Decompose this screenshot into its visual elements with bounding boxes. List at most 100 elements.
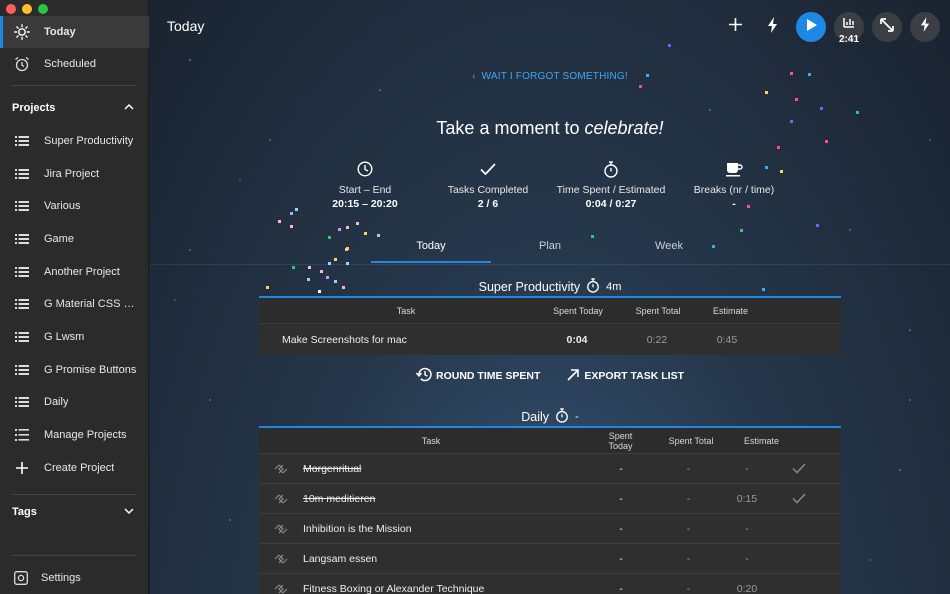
tab-plan[interactable]: Plan (490, 235, 610, 263)
estimate: 0:20 (736, 582, 758, 594)
project-label: Another Project (44, 266, 120, 278)
stopwatch-icon (586, 278, 600, 296)
stopwatch-icon (555, 408, 569, 426)
stat-breaks: Breaks (nr / time) - (669, 158, 799, 210)
tab-today[interactable]: Today (371, 235, 491, 263)
table-row[interactable]: Inhibition is the Mission - - - (259, 514, 841, 544)
chevron-left-icon: ‹ (472, 71, 476, 82)
sidebar-item-project-another[interactable]: Another Project (0, 256, 149, 288)
daily-block-title: Daily - (150, 408, 950, 426)
stat-value: 0:04 / 0:27 (585, 198, 637, 210)
task-title: Inhibition is the Mission (303, 522, 412, 535)
settings-button[interactable]: Settings (0, 566, 149, 590)
sidebar-item-project-game[interactable]: Game (0, 223, 149, 255)
project-block-title: Super Productivity 4m (150, 278, 950, 296)
projects-section-toggle[interactable]: Projects (0, 93, 149, 123)
chevron-up-icon (123, 101, 135, 116)
project-label: Various (44, 200, 81, 212)
nav-scheduled-label: Scheduled (44, 58, 96, 70)
tags-section-title: Tags (12, 506, 37, 518)
list-icon (0, 299, 44, 309)
round-time-spent-button[interactable]: ROUND TIME SPENT (415, 367, 540, 385)
list-icon (0, 397, 44, 407)
column-header: Spent Today (608, 430, 633, 451)
zoom-window-button[interactable] (38, 4, 48, 14)
project-label: G Lwsm (44, 331, 85, 343)
daily-block-time: - (575, 411, 579, 423)
pomodoro-timer-button[interactable]: 2:41 (834, 12, 864, 45)
nav-scheduled[interactable]: Scheduled (0, 48, 149, 80)
project-task-table: Task Spent Today Spent Total Estimate Ma… (259, 296, 841, 355)
close-window-button[interactable] (6, 4, 16, 14)
stat-value: 2 / 6 (477, 198, 499, 210)
zen-mode-button[interactable] (910, 12, 940, 42)
sidebar-item-project-g-lwsm[interactable]: G Lwsm (0, 321, 149, 353)
alarm-clock-icon (0, 56, 44, 72)
timer-value: 2:41 (838, 34, 860, 45)
project-label: Jira Project (44, 168, 100, 180)
list-icon (0, 267, 44, 277)
divider (12, 494, 136, 495)
add-task-button[interactable] (720, 12, 750, 42)
column-header: Spent Total (668, 435, 714, 446)
back-link-label: WAIT I FORGOT SOMETHING! (481, 71, 628, 82)
stat-value: 20:15 – 20:20 (332, 198, 398, 210)
tab-week[interactable]: Week (609, 235, 729, 263)
clock-icon (300, 158, 430, 180)
history-icon (415, 367, 432, 385)
project-label: G Material CSS Va... (44, 298, 140, 310)
minimize-window-button[interactable] (22, 4, 32, 14)
focus-mode-button[interactable] (758, 12, 788, 42)
plus-icon (728, 18, 742, 36)
settings-label: Settings (41, 572, 81, 584)
column-header: Spent Today (553, 305, 603, 316)
expand-button[interactable] (872, 12, 902, 42)
table-row[interactable]: Make Screenshots for mac 0:04 0:22 0:45 (259, 324, 841, 355)
table-row[interactable]: 10m meditieren - - 0:15 (259, 484, 841, 514)
stopwatch-icon (546, 158, 676, 180)
check-icon (423, 158, 553, 180)
sidebar-item-project-g-promise[interactable]: G Promise Buttons (0, 354, 149, 386)
stat-value: - (732, 198, 736, 210)
window-controls (6, 4, 48, 14)
table-header: Task Spent Today Spent Total Estimate (259, 298, 841, 324)
stat-time-spent: Time Spent / Estimated 0:04 / 0:27 (546, 158, 676, 210)
stat-start-end: Start – End 20:15 – 20:20 (300, 158, 430, 210)
sidebar-item-project-various[interactable]: Various (0, 190, 149, 222)
table-row[interactable]: Fitness Boxing or Alexander Technique - … (259, 574, 841, 594)
stat-name: Time Spent / Estimated (556, 184, 666, 196)
spent-total: - (686, 492, 691, 505)
table-row[interactable]: Morgenritual - - - (259, 454, 841, 484)
divider (12, 555, 136, 556)
project-label: Super Productivity (44, 135, 134, 147)
manage-projects-button[interactable]: Manage Projects (0, 419, 149, 451)
play-button[interactable] (796, 12, 826, 42)
nav-today[interactable]: Today (0, 16, 149, 48)
celebrate-heading: Take a moment to celebrate! (150, 118, 950, 139)
create-project-button[interactable]: Create Project (0, 452, 149, 484)
divider (12, 85, 136, 86)
manage-projects-label: Manage Projects (44, 429, 127, 441)
plus-icon (0, 462, 44, 474)
estimate: 0:15 (736, 492, 758, 505)
sidebar-item-project-jira[interactable]: Jira Project (0, 158, 149, 190)
sidebar-item-project-super-productivity[interactable]: Super Productivity (0, 125, 149, 157)
sidebar-item-project-daily[interactable]: Daily (0, 386, 149, 418)
sun-icon (0, 24, 44, 40)
task-title: Make Screenshots for mac (282, 333, 407, 346)
export-task-list-button[interactable]: EXPORT TASK LIST (566, 367, 684, 385)
tags-section-toggle[interactable]: Tags (0, 497, 149, 527)
stat-name: Tasks Completed (447, 184, 529, 196)
spent-total: - (686, 522, 691, 535)
stat-tasks-completed: Tasks Completed 2 / 6 (423, 158, 553, 210)
spent-today: - (619, 582, 623, 594)
table-row[interactable]: Langsam essen - - - (259, 544, 841, 574)
back-link[interactable]: ‹ WAIT I FORGOT SOMETHING! (150, 71, 950, 82)
column-header: Estimate (713, 305, 749, 316)
sidebar-item-project-g-material[interactable]: G Material CSS Va... (0, 288, 149, 320)
arrow-up-right-icon (566, 368, 580, 385)
expand-arrows-icon (880, 17, 894, 37)
list-icon (0, 234, 44, 244)
view-tabs: Today Plan Week (150, 235, 950, 265)
top-toolbar: 2:41 (720, 12, 940, 45)
